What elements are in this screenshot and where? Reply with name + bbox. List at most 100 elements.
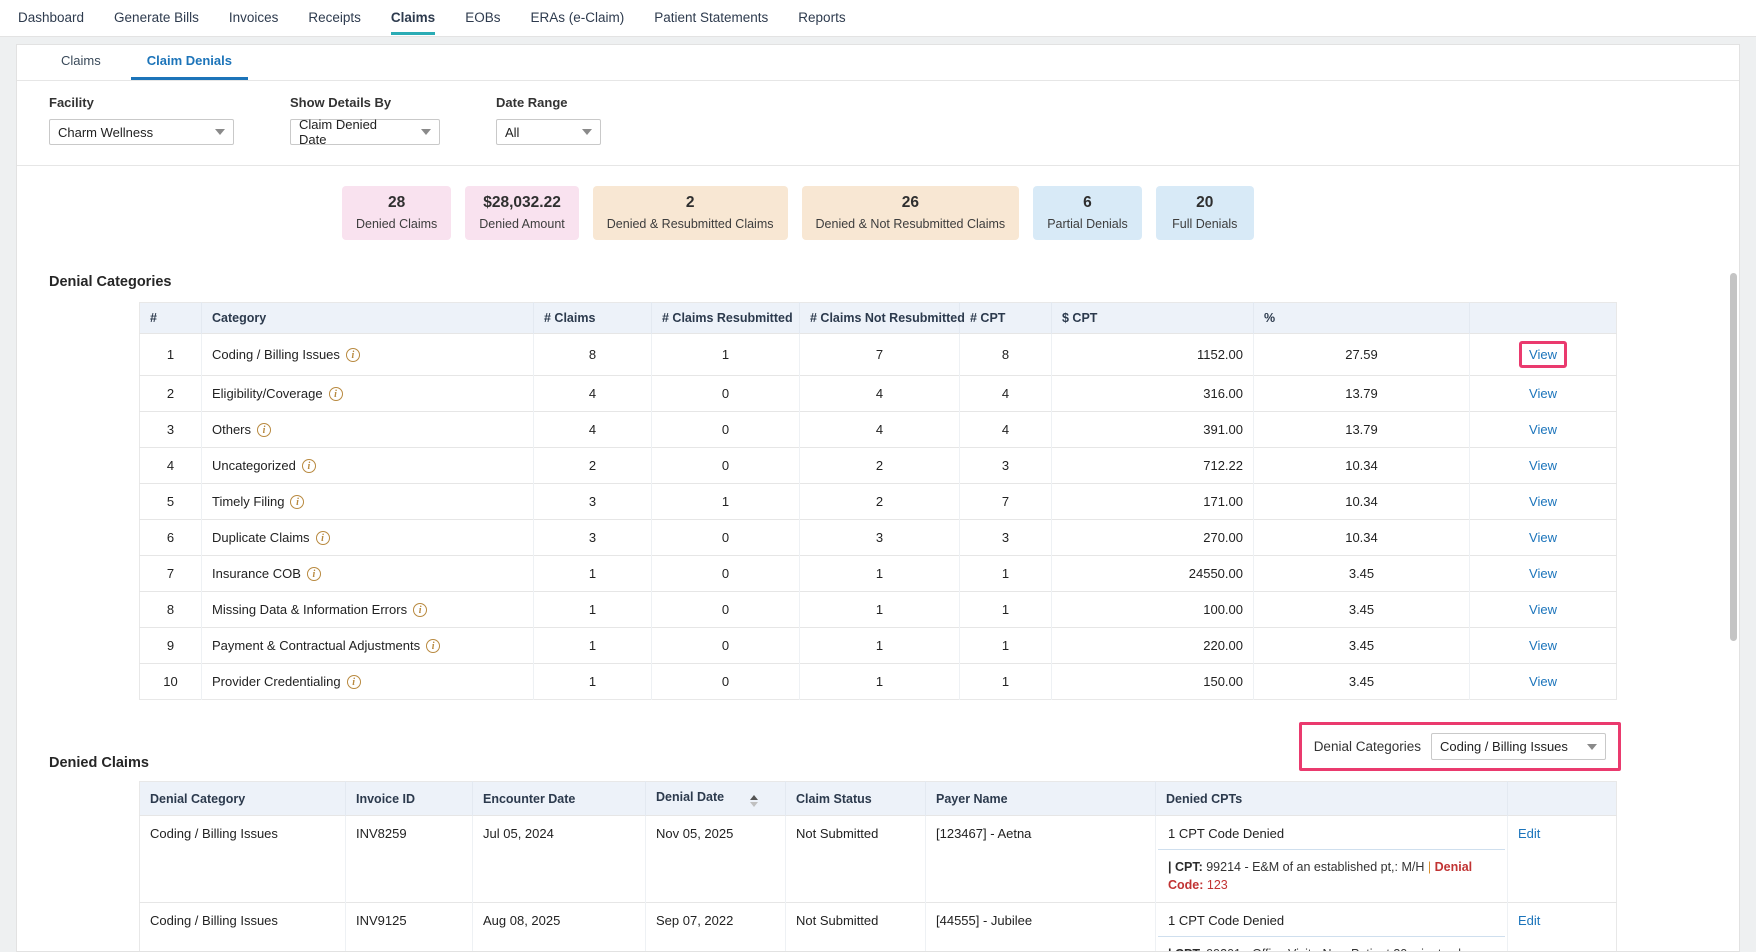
date-range-select[interactable]: All [496, 119, 601, 145]
show-details-select[interactable]: Claim Denied Date [290, 119, 440, 145]
column-header: # CPT [960, 303, 1052, 334]
nav-item-invoices[interactable]: Invoices [229, 1, 279, 35]
nav-item-patient-statements[interactable]: Patient Statements [654, 1, 768, 35]
edit-link[interactable]: Edit [1518, 913, 1540, 928]
claims-not-resubmitted-count: 2 [800, 484, 960, 520]
denial-category-cell: Coding / Billing Issues [140, 903, 346, 952]
view-link-wrap: View [1522, 527, 1564, 548]
table-row: 6Duplicate Claimsi3033270.0010.34View [140, 520, 1617, 556]
view-cell: View [1470, 448, 1617, 484]
percentage: 3.45 [1254, 664, 1470, 700]
claims-count: 4 [534, 412, 652, 448]
cpt-amount: 100.00 [1052, 592, 1254, 628]
info-icon[interactable]: i [347, 675, 361, 689]
percentage: 3.45 [1254, 628, 1470, 664]
table-row: 3Othersi4044391.0013.79View [140, 412, 1617, 448]
view-link[interactable]: View [1529, 422, 1557, 437]
cpt-amount: 220.00 [1052, 628, 1254, 664]
claims-resubmitted-count: 0 [652, 412, 800, 448]
table-row: 9Payment & Contractual Adjustmentsi10112… [140, 628, 1617, 664]
view-link[interactable]: View [1529, 494, 1557, 509]
denied-claims-table: Denial CategoryInvoice IDEncounter DateD… [139, 781, 1617, 952]
category-cell: Timely Filingi [202, 484, 534, 520]
cpt-count: 8 [960, 334, 1052, 376]
info-icon[interactable]: i [302, 459, 316, 473]
row-number: 7 [140, 556, 202, 592]
table-row: 4Uncategorizedi2023712.2210.34View [140, 448, 1617, 484]
category-cell: Provider Credentialingi [202, 664, 534, 700]
show-details-value: Claim Denied Date [299, 117, 407, 147]
view-cell: View [1470, 412, 1617, 448]
nav-item-eras-e-claim-[interactable]: ERAs (e-Claim) [530, 1, 624, 35]
summary-card: 20Full Denials [1156, 186, 1254, 240]
nav-item-claims[interactable]: Claims [391, 1, 435, 35]
nav-item-eobs[interactable]: EOBs [465, 1, 500, 35]
tab-claim-denials[interactable]: Claim Denials [131, 45, 248, 80]
edit-cell: Edit [1508, 816, 1617, 903]
view-cell: View [1470, 520, 1617, 556]
claims-resubmitted-count: 1 [652, 484, 800, 520]
category-cell: Coding / Billing Issuesi [202, 334, 534, 376]
table-row: 2Eligibility/Coveragei4044316.0013.79Vie… [140, 376, 1617, 412]
view-link[interactable]: View [1529, 602, 1557, 617]
category-name: Missing Data & Information Errors [212, 602, 407, 617]
claims-resubmitted-count: 0 [652, 664, 800, 700]
info-icon[interactable]: i [346, 348, 360, 362]
column-header: Category [202, 303, 534, 334]
cpt-detail-segment: | CPT: [1168, 860, 1203, 874]
info-icon[interactable]: i [316, 531, 330, 545]
denial-categories-filter-select[interactable]: Coding / Billing Issues [1431, 733, 1606, 760]
summary-card: $28,032.22Denied Amount [465, 186, 578, 240]
encounter-date-cell: Jul 05, 2024 [473, 816, 646, 903]
claims-resubmitted-count: 0 [652, 628, 800, 664]
sort-icon[interactable] [750, 795, 758, 807]
view-cell: View [1470, 556, 1617, 592]
facility-label: Facility [49, 95, 234, 110]
edit-link[interactable]: Edit [1518, 826, 1540, 841]
info-icon[interactable]: i [290, 495, 304, 509]
cpt-detail-segment: 99201 - Office Visit - New Patient 30 mi… [1203, 947, 1461, 952]
claims-count: 8 [534, 334, 652, 376]
denial-date-cell: Sep 07, 2022 [646, 903, 786, 952]
view-link[interactable]: View [1529, 458, 1557, 473]
category-cell: Uncategorizedi [202, 448, 534, 484]
view-link[interactable]: View [1529, 386, 1557, 401]
denied-claims-header: Denied Claims Denial Categories Coding /… [17, 700, 1739, 781]
facility-select[interactable]: Charm Wellness [49, 119, 234, 145]
denial-categories-filter-label: Denial Categories [1314, 739, 1421, 754]
view-link[interactable]: View [1529, 638, 1557, 653]
view-cell: View [1470, 664, 1617, 700]
cpt-count: 3 [960, 520, 1052, 556]
encounter-date-cell: Aug 08, 2025 [473, 903, 646, 952]
claim-status-cell: Not Submitted [786, 816, 926, 903]
summary-card-value: 20 [1170, 194, 1240, 212]
nav-item-dashboard[interactable]: Dashboard [18, 1, 84, 35]
table-row: 7Insurance COBi101124550.003.45View [140, 556, 1617, 592]
percentage: 13.79 [1254, 376, 1470, 412]
view-link[interactable]: View [1529, 674, 1557, 689]
chevron-down-icon [215, 129, 225, 135]
nav-item-generate-bills[interactable]: Generate Bills [114, 1, 199, 35]
view-link[interactable]: View [1529, 347, 1557, 362]
info-icon[interactable]: i [426, 639, 440, 653]
claims-not-resubmitted-count: 1 [800, 664, 960, 700]
info-icon[interactable]: i [307, 567, 321, 581]
tab-claims[interactable]: Claims [45, 45, 117, 80]
claims-count: 4 [534, 376, 652, 412]
view-link[interactable]: View [1529, 566, 1557, 581]
denial-date-cell: Nov 05, 2025 [646, 816, 786, 903]
info-icon[interactable]: i [413, 603, 427, 617]
invoice-id-cell: INV9125 [346, 903, 473, 952]
info-icon[interactable]: i [329, 387, 343, 401]
view-link-wrap: View [1522, 635, 1564, 656]
nav-item-receipts[interactable]: Receipts [308, 1, 361, 35]
view-link-wrap: View [1522, 383, 1564, 404]
top-navigation: Dashboard Generate Bills Invoices Receipts C… [0, 0, 1756, 37]
view-link[interactable]: View [1529, 530, 1557, 545]
info-icon[interactable]: i [257, 423, 271, 437]
vertical-scrollbar[interactable] [1730, 273, 1737, 641]
claims-not-resubmitted-count: 1 [800, 556, 960, 592]
nav-item-reports[interactable]: Reports [798, 1, 845, 35]
claims-not-resubmitted-count: 7 [800, 334, 960, 376]
column-header [1470, 303, 1617, 334]
